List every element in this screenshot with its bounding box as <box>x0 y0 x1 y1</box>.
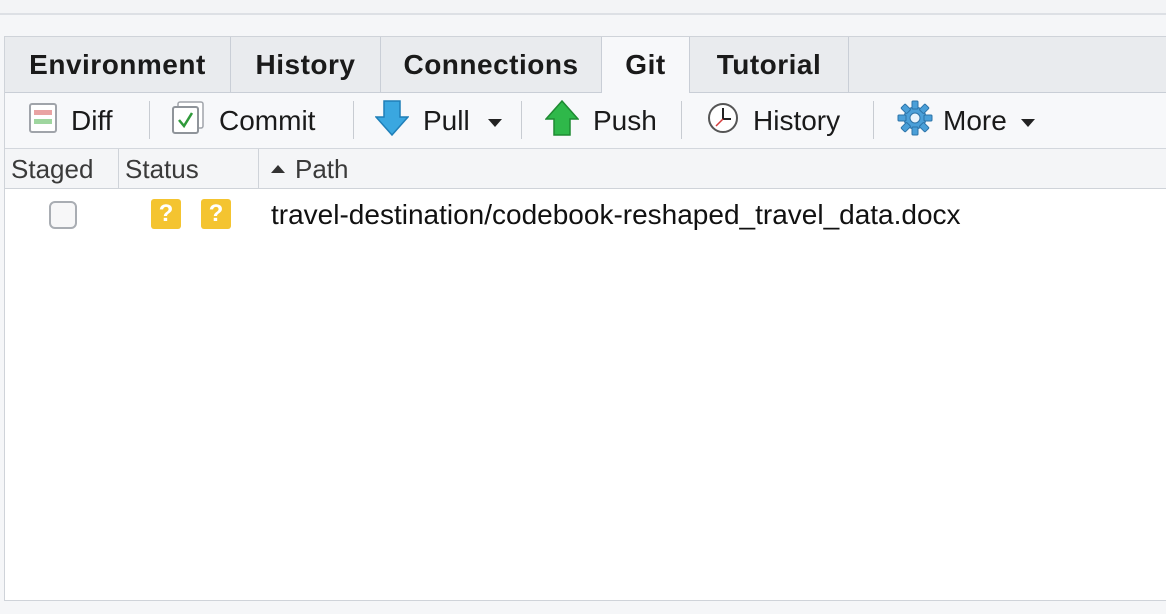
commit-icon <box>171 100 205 142</box>
clock-icon <box>707 102 739 141</box>
diff-button[interactable]: Diff <box>29 93 113 149</box>
column-path-label: Path <box>295 154 349 184</box>
column-staged[interactable]: Staged <box>5 149 119 189</box>
history-button[interactable]: History <box>707 93 840 149</box>
top-strip <box>0 0 1166 15</box>
diff-label: Diff <box>71 105 113 136</box>
diff-icon <box>29 102 57 140</box>
staged-checkbox[interactable] <box>49 201 77 229</box>
pane-tabbar: Environment History Connections Git Tuto… <box>5 37 1166 94</box>
toolbar-separator <box>149 101 150 139</box>
git-pane: Environment History Connections Git Tuto… <box>4 36 1166 601</box>
column-path[interactable]: Path <box>259 149 1166 189</box>
pull-arrow-icon <box>374 99 410 144</box>
sort-ascending-icon <box>271 164 285 173</box>
file-path: travel-destination/codebook-reshaped_tra… <box>271 199 961 230</box>
pull-button[interactable]: Pull <box>374 93 502 149</box>
commit-label: Commit <box>219 105 316 136</box>
tab-tutorial[interactable]: Tutorial <box>690 37 849 93</box>
push-arrow-icon <box>544 99 580 144</box>
toolbar-separator <box>681 101 682 139</box>
tab-git[interactable]: Git <box>602 37 690 94</box>
more-button[interactable]: More <box>897 93 1035 149</box>
pull-label: Pull <box>423 105 470 136</box>
toolbar-separator <box>353 101 354 139</box>
status-unstaged-badge: ? <box>201 199 231 229</box>
column-status-label: Status <box>125 154 199 184</box>
tab-history[interactable]: History <box>231 37 381 93</box>
status-staged-badge: ? <box>151 199 181 229</box>
tab-connections[interactable]: Connections <box>381 37 602 93</box>
file-list-header: Staged Status Path <box>5 149 1166 189</box>
column-status[interactable]: Status <box>119 149 259 189</box>
push-label: Push <box>593 105 657 136</box>
toolbar-separator <box>873 101 874 139</box>
column-staged-label: Staged <box>11 154 94 184</box>
push-button[interactable]: Push <box>544 93 657 149</box>
tab-environment[interactable]: Environment <box>5 37 231 93</box>
more-label: More <box>943 105 1007 136</box>
git-toolbar: Diff Commit Pull Push History More <box>5 93 1166 149</box>
pull-dropdown-caret-icon[interactable] <box>487 119 502 127</box>
more-dropdown-caret-icon[interactable] <box>1020 119 1035 127</box>
history-label: History <box>753 105 841 136</box>
file-row[interactable]: ? ? travel-destination/codebook-reshaped… <box>5 189 1166 239</box>
commit-button[interactable]: Commit <box>171 93 315 149</box>
toolbar-separator <box>521 101 522 139</box>
gear-icon <box>897 100 933 143</box>
